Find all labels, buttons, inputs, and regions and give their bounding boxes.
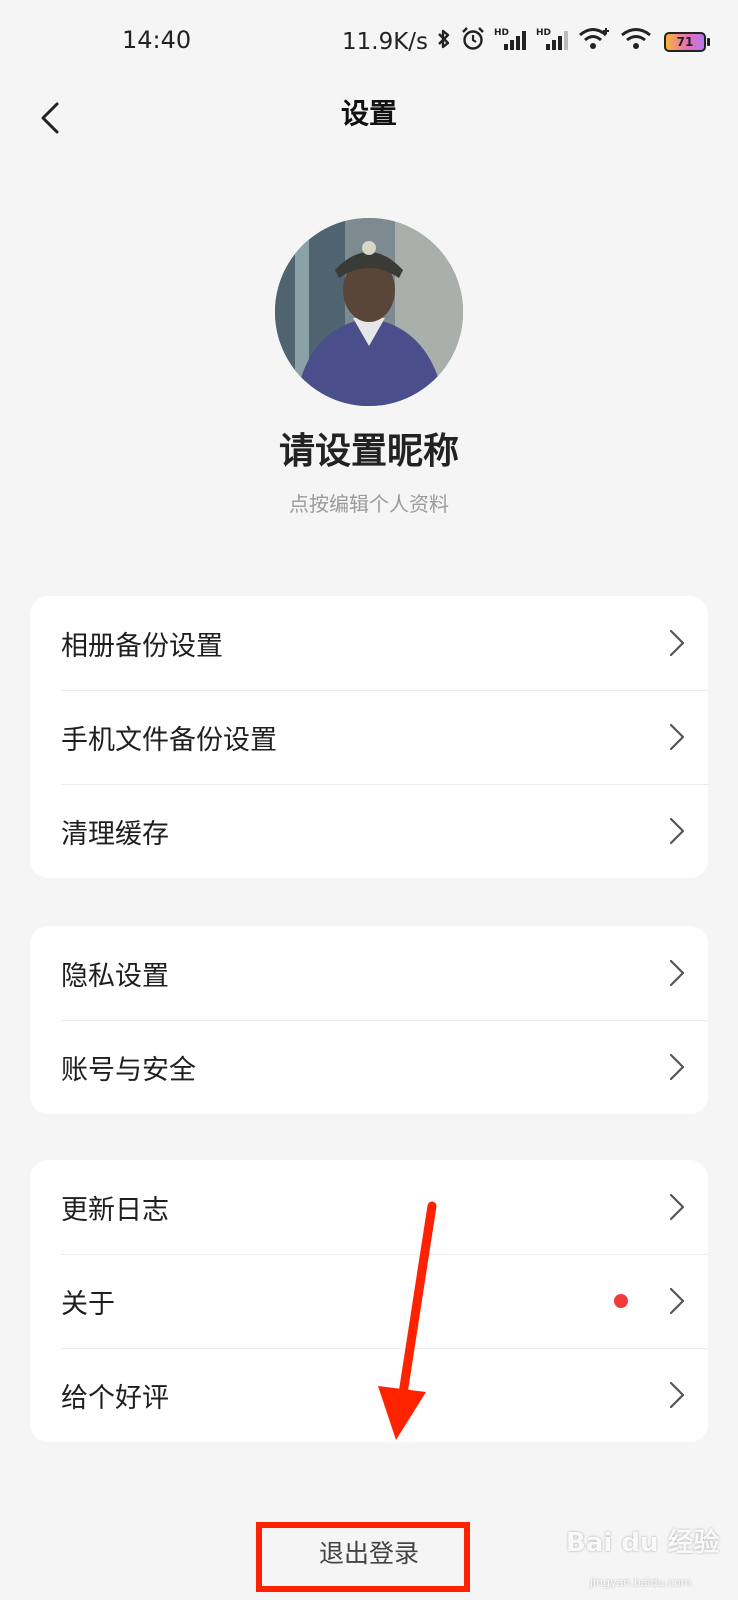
hd-signal-icon: HD xyxy=(494,26,528,58)
row-album-backup[interactable]: 相册备份设置 xyxy=(30,596,708,690)
row-label: 相册备份设置 xyxy=(61,630,223,662)
chevron-right-icon xyxy=(669,1193,685,1221)
chevron-right-icon xyxy=(669,629,685,657)
nav-bar: 设置 xyxy=(0,86,738,176)
page-title: 设置 xyxy=(340,97,397,130)
alarm-icon xyxy=(460,26,486,58)
svg-text:HD: HD xyxy=(494,28,509,38)
bluetooth-icon xyxy=(436,27,452,57)
row-label: 账号与安全 xyxy=(61,1054,196,1086)
chevron-right-icon xyxy=(669,1053,685,1081)
row-privacy[interactable]: 隐私设置 xyxy=(30,926,708,1020)
nickname: 请设置昵称 xyxy=(278,431,459,472)
row-label: 更新日志 xyxy=(61,1194,169,1226)
row-clear-cache[interactable]: 清理缓存 xyxy=(30,784,708,878)
row-label: 隐私设置 xyxy=(61,960,169,992)
status-time: 14:40 xyxy=(122,26,192,54)
annotation-highlight-box xyxy=(256,1522,470,1592)
watermark-logo: Bai du 经验 xyxy=(566,1528,720,1558)
chevron-right-icon xyxy=(669,1287,685,1315)
row-label: 清理缓存 xyxy=(61,818,169,850)
chevron-right-icon xyxy=(669,959,685,987)
avatar[interactable] xyxy=(275,218,463,406)
new-badge-dot xyxy=(614,1294,628,1308)
annotation-arrow-icon xyxy=(378,1201,437,1440)
row-label: 手机文件备份设置 xyxy=(61,724,277,756)
settings-group-backup: 相册备份设置 手机文件备份设置 清理缓存 xyxy=(30,596,708,878)
wifi-icon xyxy=(578,26,612,58)
profile-section[interactable]: 请设置昵称 点按编辑个人资料 xyxy=(0,218,738,517)
network-speed: 11.9K/s xyxy=(342,29,429,55)
row-file-backup[interactable]: 手机文件备份设置 xyxy=(30,690,708,784)
wifi-icon xyxy=(620,26,652,58)
row-account-security[interactable]: 账号与安全 xyxy=(30,1020,708,1114)
edit-profile-hint: 点按编辑个人资料 xyxy=(289,492,449,516)
status-bar: 14:40 11.9K/s HD HD 71 xyxy=(0,0,738,86)
chevron-right-icon xyxy=(669,817,685,845)
chevron-right-icon xyxy=(669,723,685,751)
avatar-image xyxy=(275,218,463,406)
status-icons: 11.9K/s HD HD 71 xyxy=(342,24,711,60)
row-label: 给个好评 xyxy=(61,1382,169,1414)
row-label: 关于 xyxy=(61,1288,115,1320)
chevron-right-icon xyxy=(669,1381,685,1409)
watermark-url: jingyan.baidu.com xyxy=(590,1576,692,1589)
settings-group-account: 隐私设置 账号与安全 xyxy=(30,926,708,1114)
battery-icon: 71 xyxy=(664,32,711,52)
hd-signal-icon: HD xyxy=(536,26,570,58)
svg-text:HD: HD xyxy=(536,28,551,38)
